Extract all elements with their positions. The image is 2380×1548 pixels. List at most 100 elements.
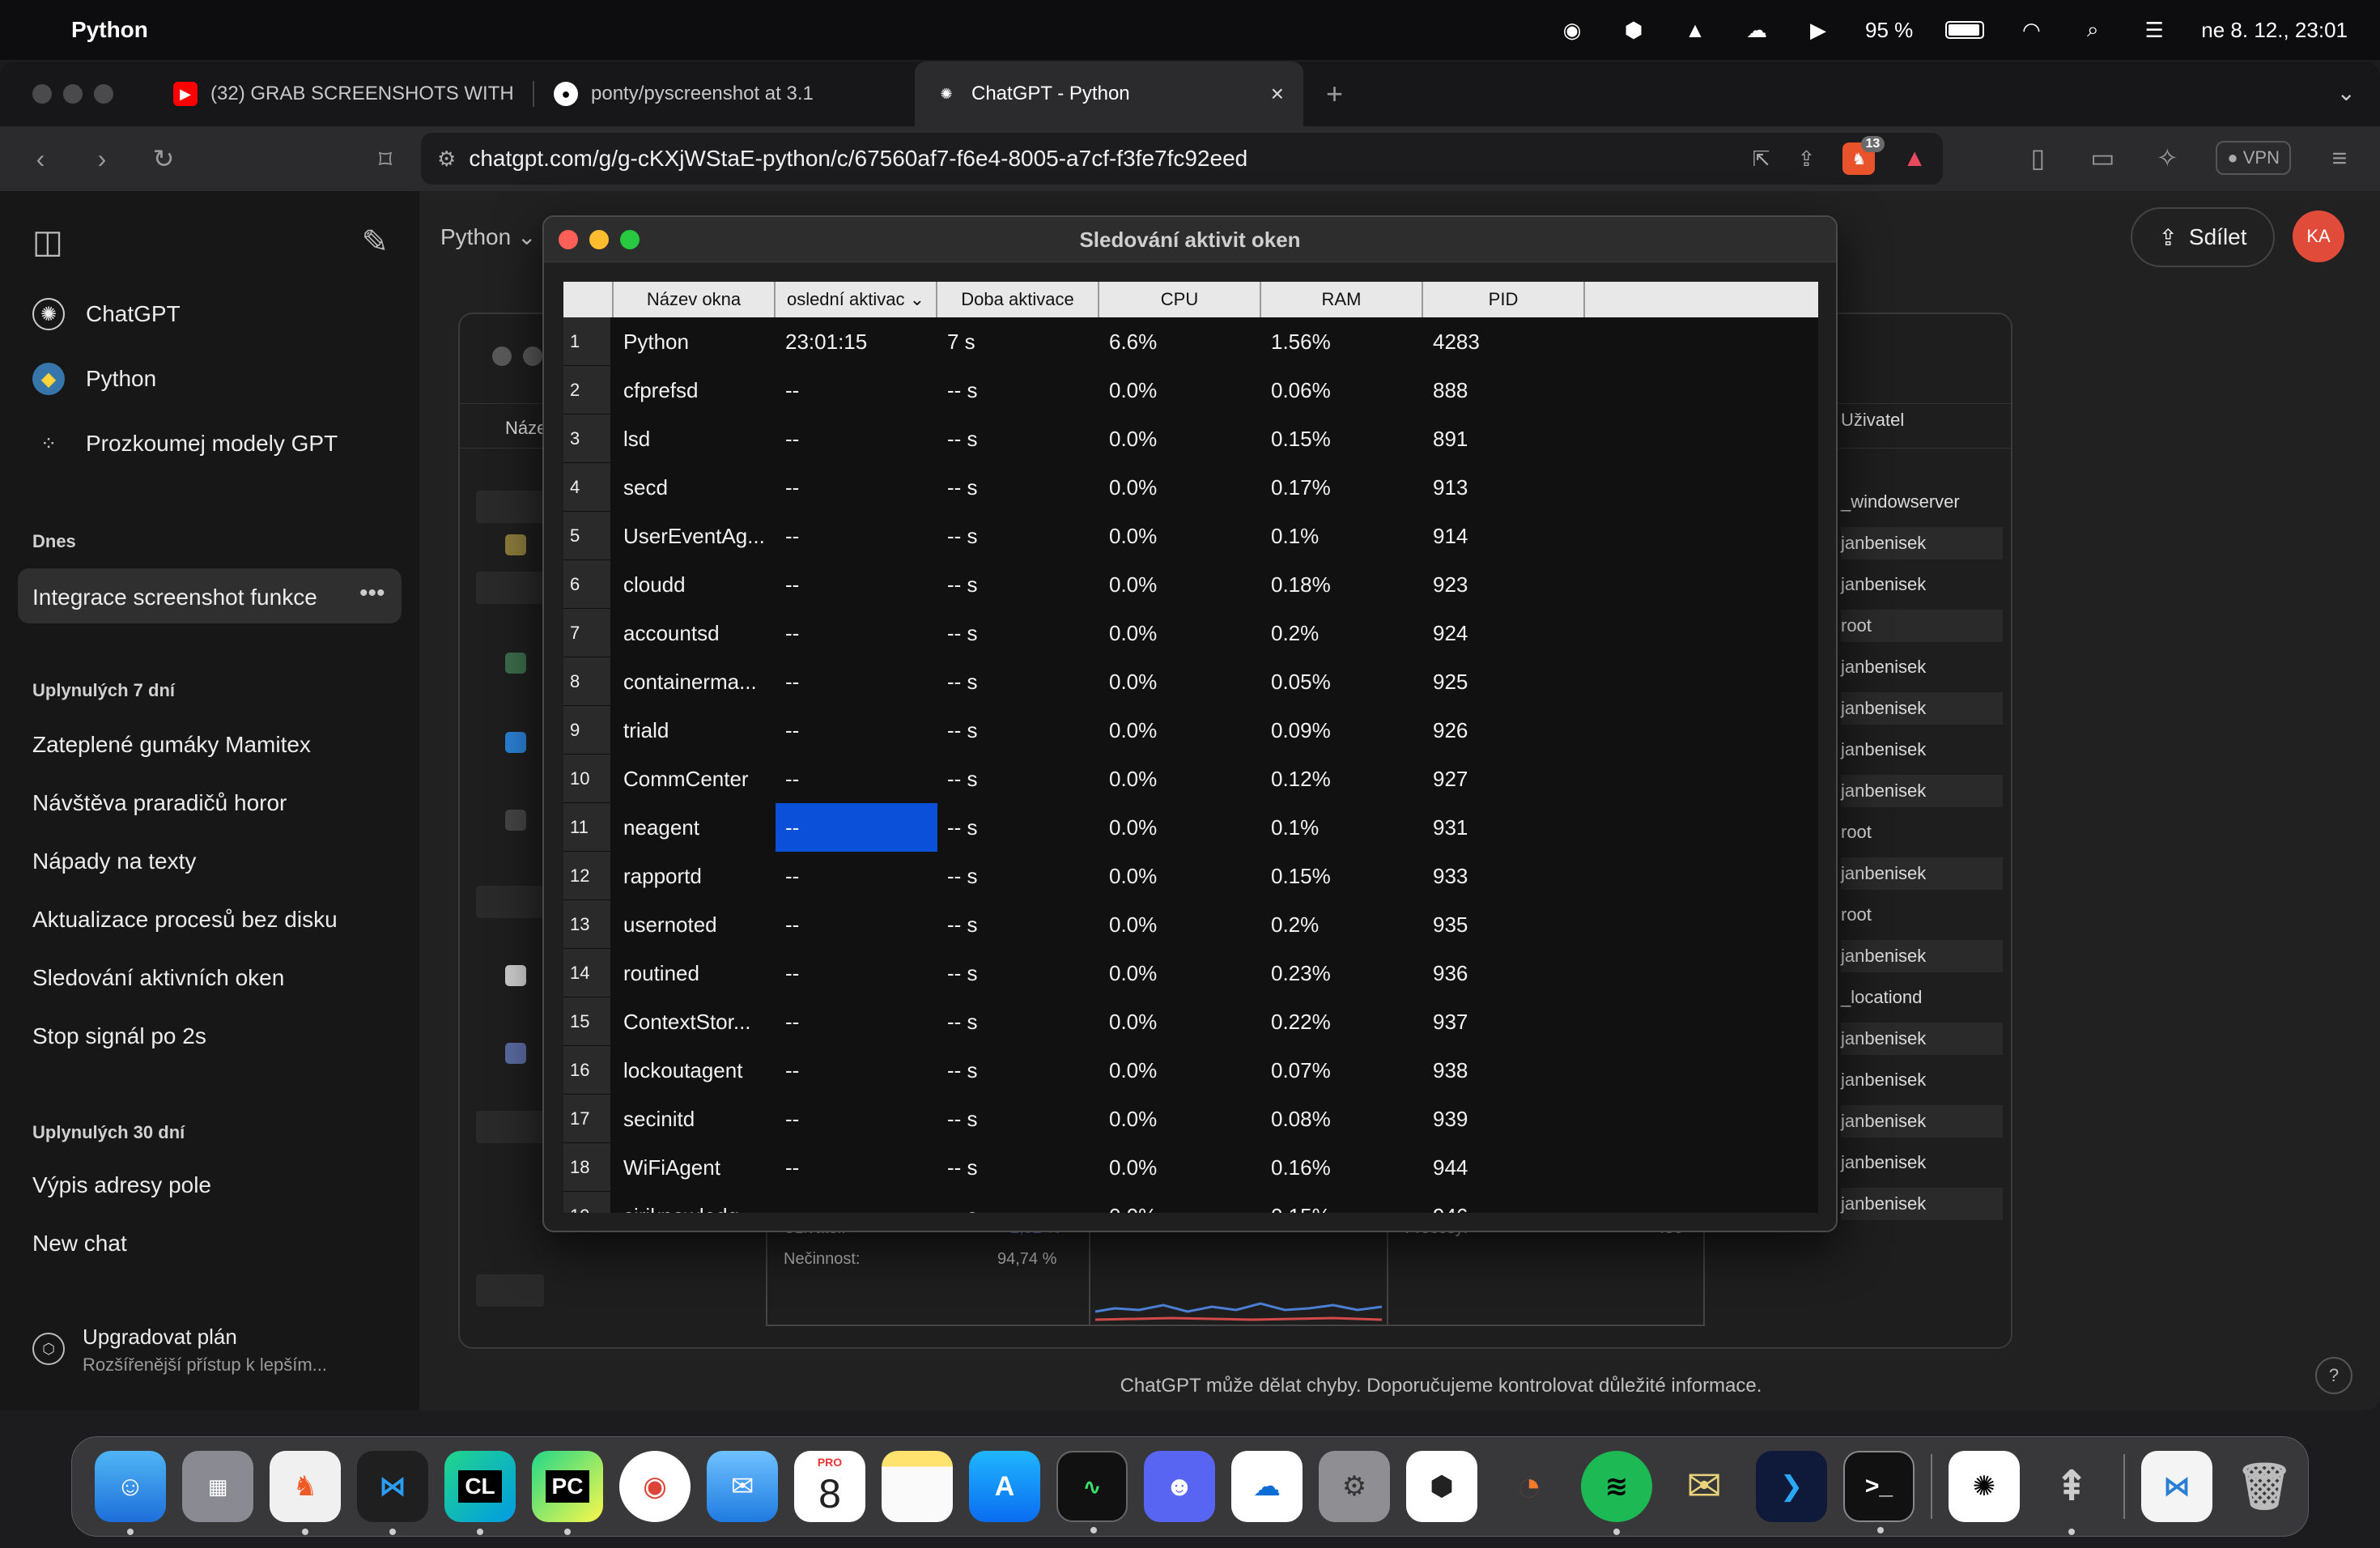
cell-window-name[interactable]: WiFiAgent	[614, 1143, 776, 1192]
cell-duration[interactable]: -- s	[937, 997, 1099, 1046]
table-row[interactable]: 19siriknowledg---- s0.0%0.15%946	[563, 1192, 1818, 1213]
cell-window-name[interactable]: UserEventAg...	[614, 512, 776, 560]
vscode-icon[interactable]: ⋈	[2141, 1451, 2212, 1522]
cell-cpu[interactable]: 0.0%	[1099, 463, 1261, 512]
notes-icon[interactable]	[882, 1451, 953, 1522]
table-row[interactable]: 11 neagent -- -- s 0.0% 0.1% 931	[563, 803, 1818, 852]
sidebar-toggle-icon[interactable]: ▯	[2021, 142, 2054, 173]
cell-ram[interactable]: 0.08%	[1261, 1095, 1423, 1143]
activity-monitor-icon[interactable]: ∿	[1056, 1451, 1128, 1533]
chat-item[interactable]: Stop signál po 2s	[32, 1023, 206, 1049]
cell-duration[interactable]: -- s	[937, 900, 1099, 949]
cell-window-name[interactable]: usernoted	[614, 900, 776, 949]
cell-window-name[interactable]: triald	[614, 706, 776, 755]
tab-youtube[interactable]: ▶ (32) GRAB SCREENSHOTS WITH	[154, 62, 534, 126]
zoom-window-button[interactable]	[620, 230, 640, 249]
cell-last-activation[interactable]: --	[776, 657, 937, 706]
cell-window-name[interactable]: cfprefsd	[614, 366, 776, 415]
cell-pid[interactable]: 931	[1423, 803, 1585, 852]
cell-ram[interactable]: 0.07%	[1261, 1046, 1423, 1095]
calendar-icon[interactable]: PRO 8	[794, 1451, 865, 1522]
cell-duration[interactable]: -- s	[937, 949, 1099, 997]
cell-pid[interactable]: 913	[1423, 463, 1585, 512]
model-selector[interactable]: Python ⌄	[440, 223, 536, 250]
wallet-icon[interactable]: ▭	[2086, 142, 2119, 173]
cell-ram[interactable]: 0.17%	[1261, 463, 1423, 512]
table-row[interactable]: 4 secd -- -- s 0.0% 0.17% 913	[563, 463, 1818, 512]
chat-item[interactable]: Nápady na texty	[32, 848, 196, 874]
cell-pid[interactable]: 937	[1423, 997, 1585, 1046]
column-header-cpu[interactable]: CPU	[1099, 282, 1261, 317]
table-row[interactable]: 7 accountsd -- -- s 0.0% 0.2% 924	[563, 609, 1818, 657]
chat-item[interactable]: Sledování aktivních oken	[32, 965, 284, 991]
cell-cpu[interactable]: 0.0%	[1099, 1192, 1261, 1213]
cell-duration[interactable]: -- s	[937, 609, 1099, 657]
cell-cpu[interactable]: 0.0%	[1099, 755, 1261, 803]
cell-last-activation[interactable]: --	[776, 852, 937, 900]
cell-ram[interactable]: 0.18%	[1261, 560, 1423, 609]
cell-pid[interactable]: 946	[1423, 1192, 1585, 1213]
table-row[interactable]: 2 cfprefsd -- -- s 0.0% 0.06% 888	[563, 366, 1818, 415]
cell-pid[interactable]: 936	[1423, 949, 1585, 997]
app-store-icon[interactable]: A	[969, 1451, 1040, 1522]
chrome-icon[interactable]: ◉	[619, 1451, 691, 1522]
cell-last-activation[interactable]: 23:01:15	[776, 317, 937, 366]
table-row[interactable]: 8 containerma... -- -- s 0.0% 0.05% 925	[563, 657, 1818, 706]
chat-item[interactable]: New chat	[32, 1231, 127, 1257]
launchpad-icon[interactable]: ▦	[182, 1451, 253, 1522]
cell-pid[interactable]: 888	[1423, 366, 1585, 415]
trash-icon[interactable]: 🗑	[2229, 1451, 2300, 1522]
spotify-icon[interactable]: ≋	[1581, 1451, 1652, 1535]
cell-cpu[interactable]: 0.0%	[1099, 657, 1261, 706]
column-header-last-activation[interactable]: oslední aktivac ⌄	[776, 282, 937, 317]
system-settings-icon[interactable]: ⚙	[1319, 1451, 1390, 1522]
cell-ram[interactable]: 0.09%	[1261, 706, 1423, 755]
tailscale-status-icon[interactable]: ⬢	[1619, 18, 1648, 42]
cell-last-activation[interactable]: --	[776, 512, 937, 560]
vpn-button[interactable]: ● VPN	[2216, 141, 2291, 175]
cell-pid[interactable]: 927	[1423, 755, 1585, 803]
cell-duration[interactable]: -- s	[937, 512, 1099, 560]
brave-icon[interactable]: ♞	[270, 1451, 341, 1535]
cell-ram[interactable]: 0.15%	[1261, 1192, 1423, 1213]
chat-item[interactable]: Zateplené gumáky Mamitex	[32, 732, 311, 758]
chat-options-icon[interactable]: •••	[359, 580, 385, 607]
cell-cpu[interactable]: 0.0%	[1099, 803, 1261, 852]
cell-window-name[interactable]: secd	[614, 463, 776, 512]
cell-pid[interactable]: 933	[1423, 852, 1585, 900]
upgrade-plan-button[interactable]: ⬡ Upgradovat plán Rozšířenější přístup k…	[32, 1325, 327, 1376]
tab-list-chevron-icon[interactable]: ⌄	[2337, 79, 2356, 106]
table-row[interactable]: 5 UserEventAg... -- -- s 0.0% 0.1% 914	[563, 512, 1818, 560]
tab-chatgpt[interactable]: ✺ ChatGPT - Python ×	[915, 62, 1303, 126]
cell-window-name[interactable]: accountsd	[614, 609, 776, 657]
cell-last-activation[interactable]: --	[776, 609, 937, 657]
zoom-window-button[interactable]	[94, 84, 113, 104]
mail-search-icon[interactable]: ✉	[1668, 1451, 1740, 1522]
control-center-icon[interactable]: ☰	[2140, 18, 2169, 42]
bookmark-icon[interactable]: ⌑	[369, 144, 402, 175]
cell-pid[interactable]: 938	[1423, 1046, 1585, 1095]
table-row[interactable]: 13 usernoted -- -- s 0.0% 0.2% 935	[563, 900, 1818, 949]
new-chat-icon[interactable]: ✎	[361, 223, 389, 261]
cell-duration[interactable]: -- s	[937, 560, 1099, 609]
table-row[interactable]: 3 lsd -- -- s 0.0% 0.15% 891	[563, 415, 1818, 463]
table-row[interactable]: 18 WiFiAgent -- -- s 0.0% 0.16% 944	[563, 1143, 1818, 1192]
cell-last-activation[interactable]: --	[776, 415, 937, 463]
table-row[interactable]: 17 secinitd -- -- s 0.0% 0.08% 939	[563, 1095, 1818, 1143]
drive-status-icon[interactable]: ▲	[1681, 18, 1710, 42]
back-icon[interactable]: ‹	[24, 144, 57, 174]
cell-last-activation[interactable]: --	[776, 463, 937, 512]
cell-ram[interactable]: 0.2%	[1261, 900, 1423, 949]
cell-last-activation[interactable]: --	[776, 997, 937, 1046]
cell-last-activation[interactable]: --	[776, 803, 937, 852]
cell-window-name[interactable]: siriknowledg	[614, 1192, 776, 1213]
cell-last-activation[interactable]: --	[776, 1095, 937, 1143]
cell-duration[interactable]: 7 s	[937, 317, 1099, 366]
tracker-titlebar[interactable]: Sledování aktivit oken	[544, 217, 1836, 262]
cell-cpu[interactable]: 0.0%	[1099, 900, 1261, 949]
sidebar-toggle-icon[interactable]: ◫	[32, 223, 63, 261]
cell-duration[interactable]: -- s	[937, 803, 1099, 852]
brave-shield-icon[interactable]: ♞ 13	[1842, 136, 1885, 175]
powershell-icon[interactable]: ❯	[1756, 1451, 1827, 1522]
cell-last-activation[interactable]: --	[776, 706, 937, 755]
